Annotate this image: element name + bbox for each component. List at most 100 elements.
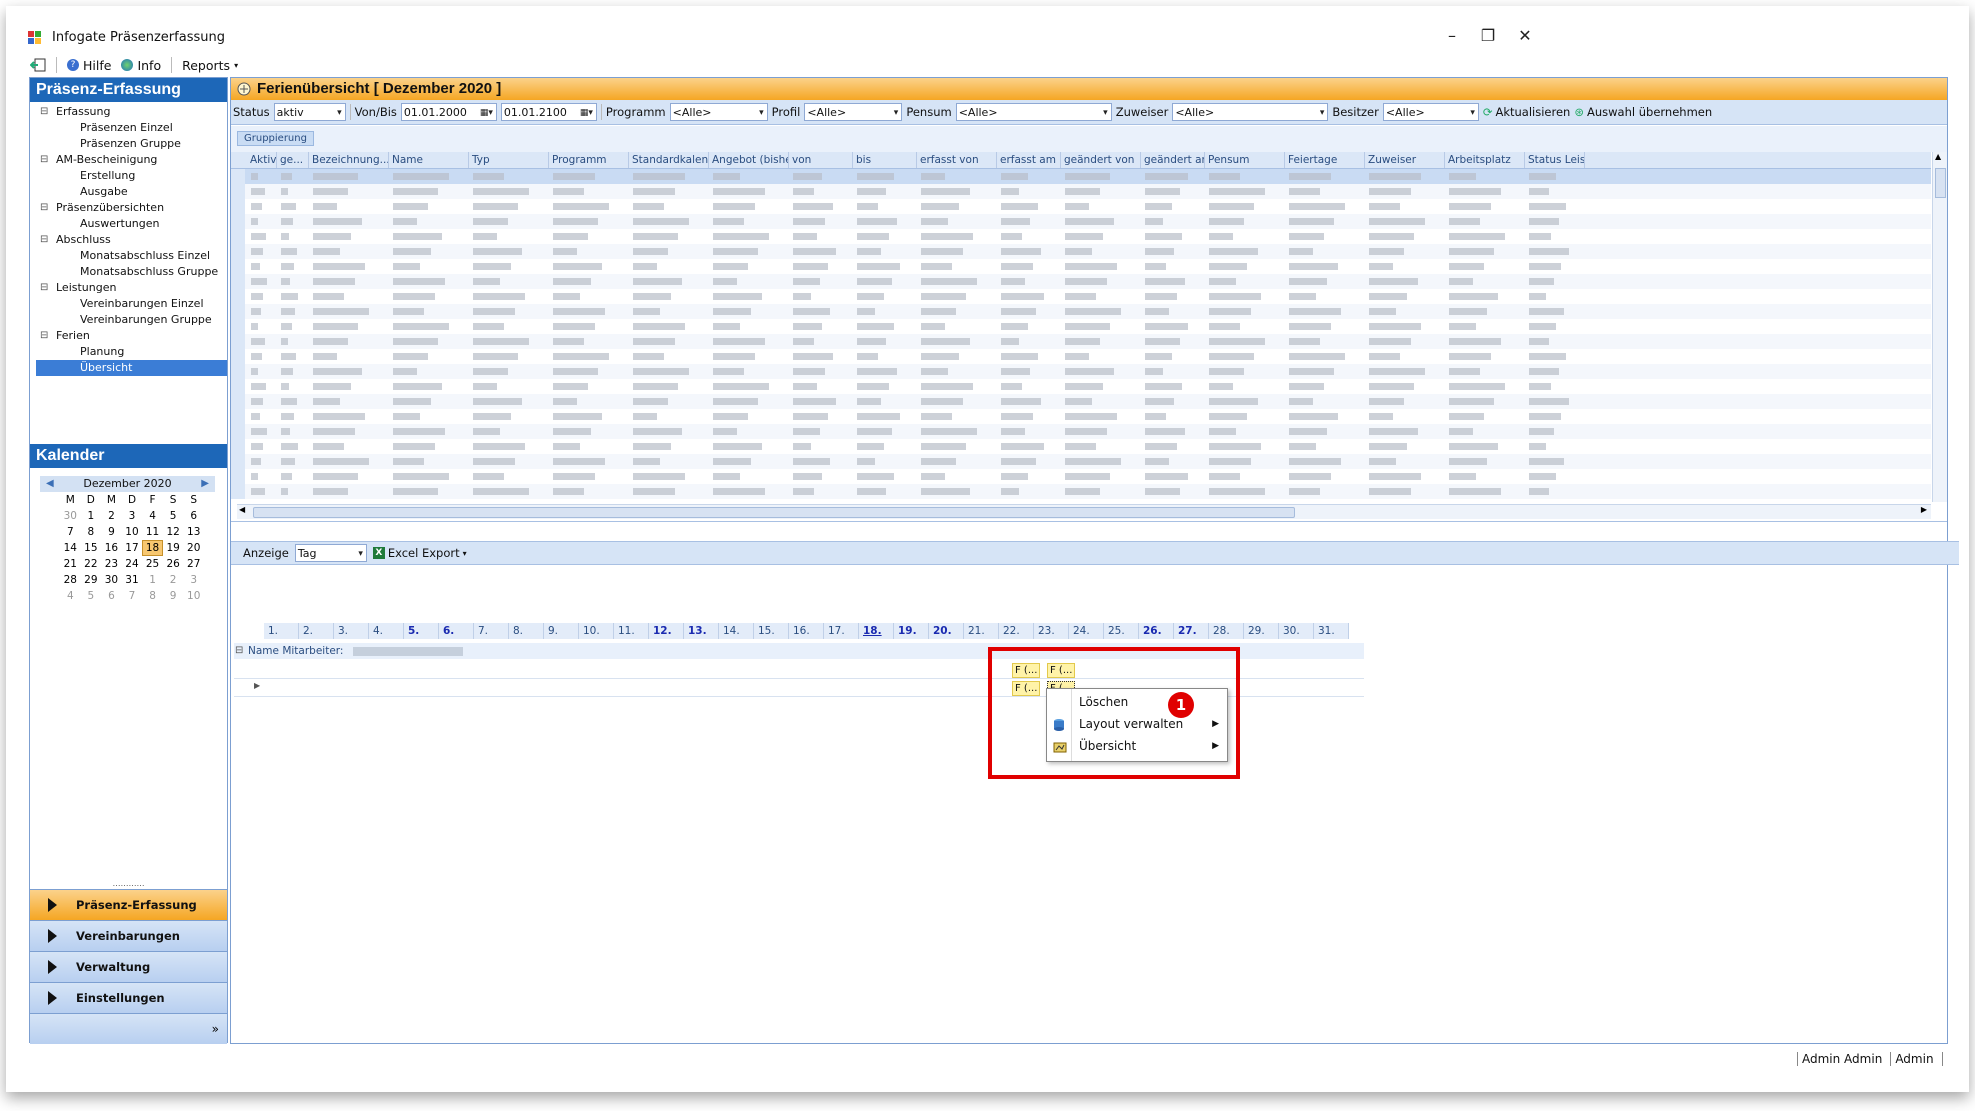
calendar-day[interactable]: 3 xyxy=(183,572,204,588)
table-row[interactable] xyxy=(245,409,1931,424)
tree-item[interactable]: Ausgabe xyxy=(36,184,227,200)
table-row[interactable] xyxy=(245,169,1931,184)
apply-selection-button[interactable]: ⊛ Auswahl übernehmen xyxy=(1574,105,1712,119)
maximize-button[interactable]: ❐ xyxy=(1476,26,1500,46)
tree-group[interactable]: Ferien xyxy=(36,328,227,344)
grouping-button[interactable]: Gruppierung xyxy=(237,131,314,146)
column-header[interactable]: Aktiv xyxy=(247,152,277,168)
tree-item[interactable]: Präsenzen Gruppe xyxy=(36,136,227,152)
column-header[interactable]: Angebot (bisher) xyxy=(709,152,789,168)
calendar-day[interactable]: 4 xyxy=(60,588,81,604)
table-row[interactable] xyxy=(245,244,1931,259)
column-header[interactable]: geändert von xyxy=(1061,152,1141,168)
calendar-day[interactable]: 7 xyxy=(60,524,81,540)
column-header[interactable]: ge... xyxy=(277,152,309,168)
horizontal-scroll-thumb[interactable] xyxy=(253,507,1295,518)
nav-more-button[interactable]: » xyxy=(30,1013,227,1044)
tree-item[interactable]: Planung xyxy=(36,344,227,360)
pensum-filter-select[interactable]: <Alle> xyxy=(955,103,1112,122)
minimize-button[interactable]: – xyxy=(1440,26,1464,46)
calendar-day[interactable]: 17 xyxy=(122,540,143,556)
table-row[interactable] xyxy=(245,304,1931,319)
column-header[interactable]: Bezeichnung... xyxy=(309,152,389,168)
display-select[interactable]: Tag xyxy=(294,544,367,563)
calendar-day[interactable]: 6 xyxy=(183,508,204,524)
tree-item[interactable]: Übersicht xyxy=(36,360,227,376)
calendar-day[interactable]: 14 xyxy=(60,540,81,556)
calendar-day[interactable]: 11 xyxy=(142,524,163,540)
table-row[interactable] xyxy=(245,184,1931,199)
calendar-day[interactable]: 18 xyxy=(142,540,163,556)
table-row[interactable] xyxy=(245,424,1931,439)
table-row[interactable] xyxy=(245,439,1931,454)
calendar-day[interactable]: 3 xyxy=(122,508,143,524)
tree-group[interactable]: AM-Bescheinigung xyxy=(36,152,227,168)
calendar-day[interactable]: 8 xyxy=(142,588,163,604)
calendar-day[interactable]: 27 xyxy=(183,556,204,572)
table-row[interactable] xyxy=(245,274,1931,289)
column-header[interactable]: Standardkalender xyxy=(629,152,709,168)
close-button[interactable]: ✕ xyxy=(1513,26,1537,46)
calendar-day[interactable]: 30 xyxy=(101,572,122,588)
zuweiser-filter-select[interactable]: <Alle> xyxy=(1172,103,1329,122)
calendar-day[interactable]: 10 xyxy=(183,588,204,604)
calendar-day[interactable]: 8 xyxy=(81,524,102,540)
calendar-day[interactable]: 21 xyxy=(60,556,81,572)
tree-group[interactable]: Abschluss xyxy=(36,232,227,248)
nav-button-verwaltung[interactable]: Verwaltung xyxy=(30,951,227,982)
tree-item[interactable]: Vereinbarungen Gruppe xyxy=(36,312,227,328)
refresh-button[interactable]: ⟳ Aktualisieren xyxy=(1483,105,1571,119)
excel-export-button[interactable]: X Excel Export ▾ xyxy=(372,546,467,560)
tree-item[interactable]: Auswertungen xyxy=(36,216,227,232)
column-header[interactable]: Arbeitsplatz xyxy=(1445,152,1525,168)
table-row[interactable] xyxy=(245,319,1931,334)
calendar-day[interactable]: 13 xyxy=(183,524,204,540)
calendar-day[interactable]: 1 xyxy=(81,508,102,524)
calendar-day[interactable]: 22 xyxy=(81,556,102,572)
calendar-day[interactable]: 29 xyxy=(81,572,102,588)
table-row[interactable] xyxy=(245,379,1931,394)
column-header[interactable]: erfasst am xyxy=(997,152,1061,168)
calendar-day[interactable]: 10 xyxy=(122,524,143,540)
table-row[interactable] xyxy=(245,364,1931,379)
calendar-day[interactable]: 5 xyxy=(163,508,184,524)
nav-button-einstellungen[interactable]: Einstellungen xyxy=(30,982,227,1013)
column-header[interactable]: Zuweiser xyxy=(1365,152,1445,168)
calendar-day[interactable]: 15 xyxy=(81,540,102,556)
tree-group[interactable]: Erfassung xyxy=(36,104,227,120)
profil-filter-select[interactable]: <Alle> xyxy=(804,103,903,122)
prev-month-icon[interactable]: ◀ xyxy=(46,476,54,492)
nav-button-vereinbarungen[interactable]: Vereinbarungen xyxy=(30,920,227,951)
calendar-day[interactable]: 24 xyxy=(122,556,143,572)
table-row[interactable] xyxy=(245,259,1931,274)
table-row[interactable] xyxy=(245,454,1931,469)
tree-item[interactable]: Erstellung xyxy=(36,168,227,184)
calendar-day[interactable]: 31 xyxy=(122,572,143,588)
table-row[interactable] xyxy=(245,214,1931,229)
vertical-scrollbar[interactable]: ▲ xyxy=(1932,152,1947,502)
next-month-icon[interactable]: ▶ xyxy=(201,476,209,492)
calendar-day[interactable]: 9 xyxy=(163,588,184,604)
table-row[interactable] xyxy=(245,289,1931,304)
tree-item[interactable]: Vereinbarungen Einzel xyxy=(36,296,227,312)
calendar-day[interactable]: 20 xyxy=(183,540,204,556)
calendar-day[interactable]: 16 xyxy=(101,540,122,556)
column-header[interactable]: Typ xyxy=(469,152,549,168)
scroll-left-icon[interactable]: ◀ xyxy=(239,505,245,514)
tree-item[interactable]: Monatsabschluss Gruppe xyxy=(36,264,227,280)
calendar-day[interactable]: 30 xyxy=(60,508,81,524)
programm-filter-select[interactable]: <Alle> xyxy=(669,103,768,122)
calendar-day[interactable]: 2 xyxy=(101,508,122,524)
vertical-scroll-thumb[interactable] xyxy=(1935,168,1946,198)
calendar-day[interactable]: 9 xyxy=(101,524,122,540)
help-menu[interactable]: ? Hilfe xyxy=(67,58,111,73)
exit-button[interactable] xyxy=(30,58,46,72)
horizontal-scrollbar[interactable]: ◀ ▶ xyxy=(237,504,1931,519)
column-header[interactable]: geändert am xyxy=(1141,152,1205,168)
calendar-day[interactable]: 5 xyxy=(81,588,102,604)
status-filter-select[interactable]: aktiv xyxy=(273,103,346,122)
table-row[interactable] xyxy=(245,484,1931,499)
table-row[interactable] xyxy=(245,229,1931,244)
column-header[interactable]: erfasst von xyxy=(917,152,997,168)
calendar-day[interactable]: 4 xyxy=(142,508,163,524)
